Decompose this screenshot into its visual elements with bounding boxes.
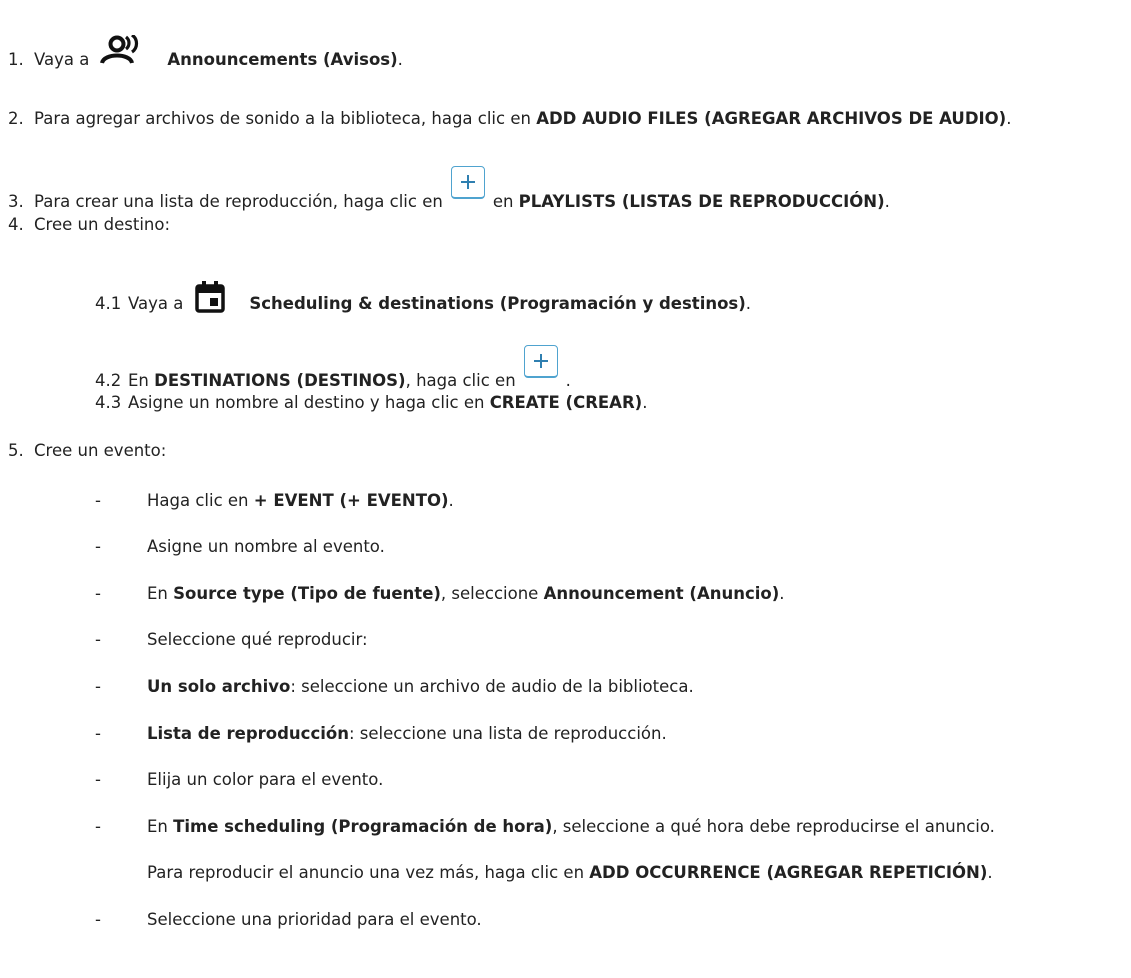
step-1: 1. Vaya a Announcements (Avisos). xyxy=(8,33,403,69)
list-item: - Haga clic en + EVENT (+ EVENTO). xyxy=(95,491,454,510)
list-item: - Seleccione una prioridad para el evento… xyxy=(95,910,482,929)
add-playlist-button[interactable] xyxy=(450,166,485,199)
list-item-continuation: Para reproducir el anuncio una vez más, … xyxy=(147,863,993,882)
list-item: - Seleccione qué reproducir: xyxy=(95,630,368,649)
list-item: - En Time scheduling (Programación de hor… xyxy=(95,817,995,836)
step-4: 4. Cree un destino: xyxy=(8,215,171,234)
step-2: 2. Para agregar archivos de sonido a la b… xyxy=(8,109,1012,128)
list-item: - En Source type (Tipo de fuente), selecc… xyxy=(95,584,785,603)
step-4-3: 4.3 Asigne un nombre al destino y haga cl… xyxy=(95,393,648,412)
add-destination-button[interactable] xyxy=(523,345,558,378)
step-5: 5. Cree un evento: xyxy=(8,441,167,460)
calendar-icon xyxy=(195,281,226,320)
announcements-icon xyxy=(99,33,145,78)
step-4-2: 4.2 En DESTINATIONS (DESTINOS), haga clic… xyxy=(95,345,571,390)
step-4-1: 4.1 Vaya a Scheduling & destinations (Prog… xyxy=(95,281,751,313)
list-item: - Elija un color para el evento. xyxy=(95,770,384,789)
step-3: 3. Para crear una lista de reproducción, … xyxy=(8,166,890,211)
list-item: - Un solo archivo: seleccione un archivo … xyxy=(95,677,694,696)
list-item: - Lista de reproducción: seleccione una l… xyxy=(95,724,667,743)
list-item: - Asigne un nombre al evento. xyxy=(95,537,385,556)
